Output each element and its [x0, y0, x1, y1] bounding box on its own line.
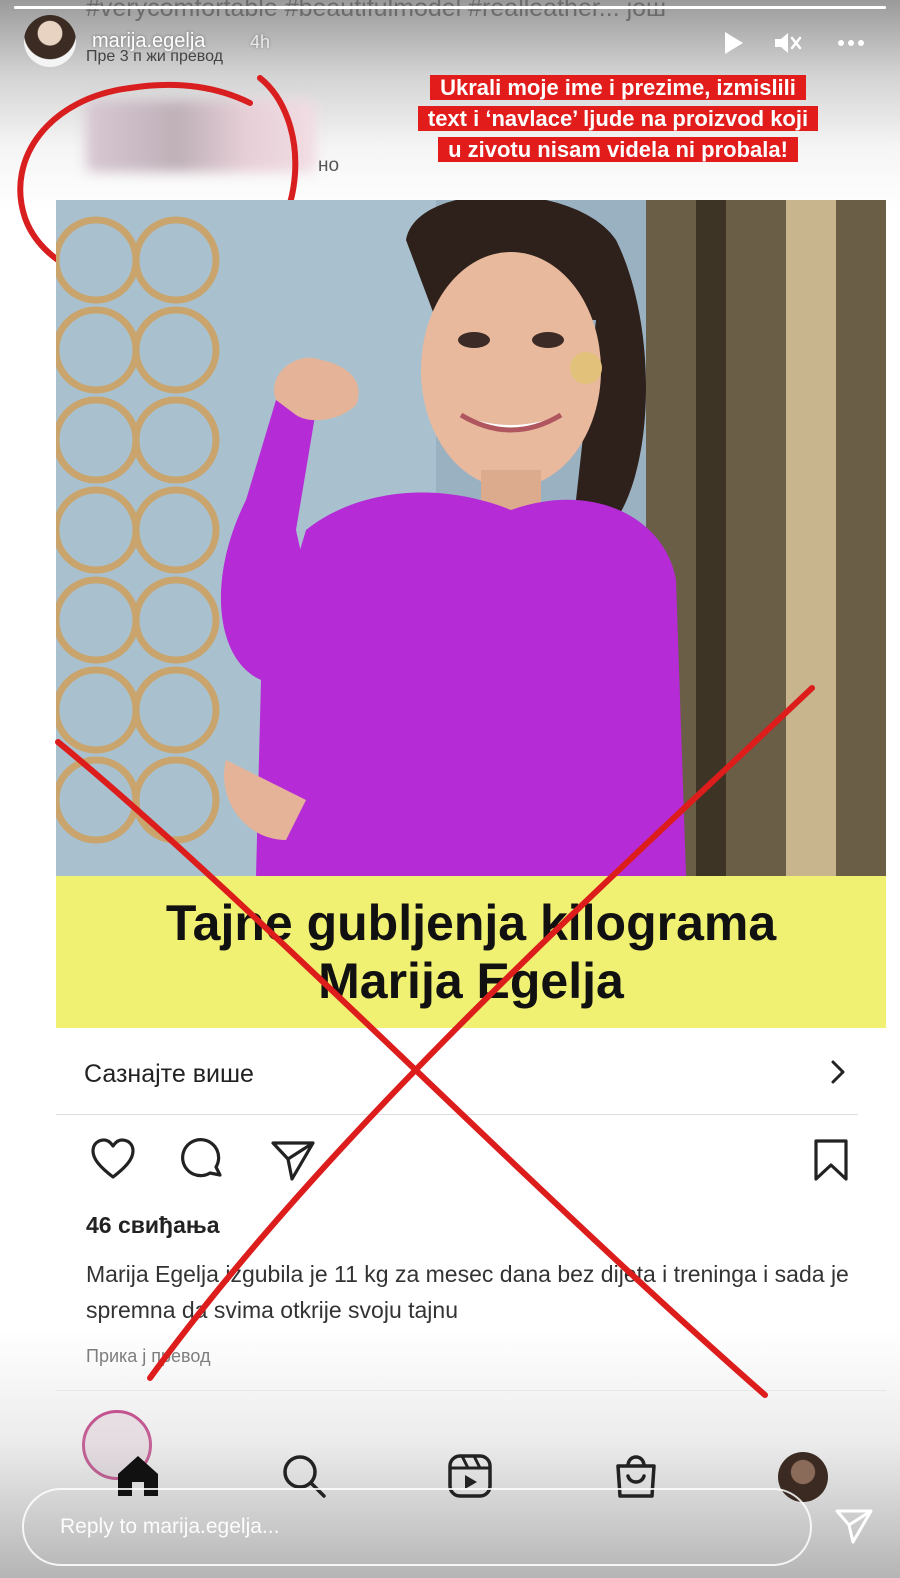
ad-headline: Tajne gubljenja kilograma Marija Egelja	[56, 876, 886, 1028]
divider	[56, 1390, 886, 1391]
play-icon[interactable]	[718, 28, 748, 58]
post-photo	[56, 200, 886, 876]
reply-input[interactable]	[22, 1488, 812, 1566]
learn-more-label: Сазнајте више	[84, 1060, 254, 1088]
post-caption: Marija Egelja izgubila je 11 kg za mesec…	[86, 1261, 849, 1323]
chevron-right-icon	[831, 1060, 845, 1084]
headline-line-2: Marija Egelja	[318, 953, 624, 1009]
story-progress-bar	[14, 6, 886, 9]
mute-icon[interactable]	[772, 28, 802, 58]
story-avatar[interactable]	[24, 15, 76, 67]
show-translation-link[interactable]: Прика ј превод	[86, 1346, 211, 1367]
blurred-name-suffix: но	[318, 155, 340, 176]
annotation-note: Ukrali moje ime i prezime, izmislili tex…	[347, 72, 889, 165]
likes-count[interactable]: 46 свиђања	[86, 1212, 220, 1239]
story-progress-fill	[14, 6, 886, 9]
annotation-line: text i ‘navlace’ ljude na proizvod koji	[347, 103, 889, 134]
bookmark-icon[interactable]	[808, 1137, 854, 1183]
post-hashtags: #verycomfortable #beautifulmodel #realle…	[86, 0, 667, 22]
learn-more-link[interactable]: Сазнајте више	[56, 1030, 858, 1115]
annotation-line: Ukrali moje ime i prezime, izmislili	[347, 72, 889, 103]
more-icon[interactable]	[836, 28, 866, 58]
heart-icon[interactable]	[90, 1137, 136, 1183]
translation-line: Пре 3 п жи превод	[86, 48, 223, 65]
send-icon[interactable]	[270, 1137, 316, 1183]
annotation-line: u zivotu nisam videla ni probala!	[347, 134, 889, 165]
story-timestamp: 4h	[250, 32, 271, 52]
headline-line-1: Tajne gubljenja kilograma	[165, 895, 777, 951]
send-icon[interactable]	[834, 1506, 874, 1546]
comment-icon[interactable]	[180, 1137, 226, 1183]
